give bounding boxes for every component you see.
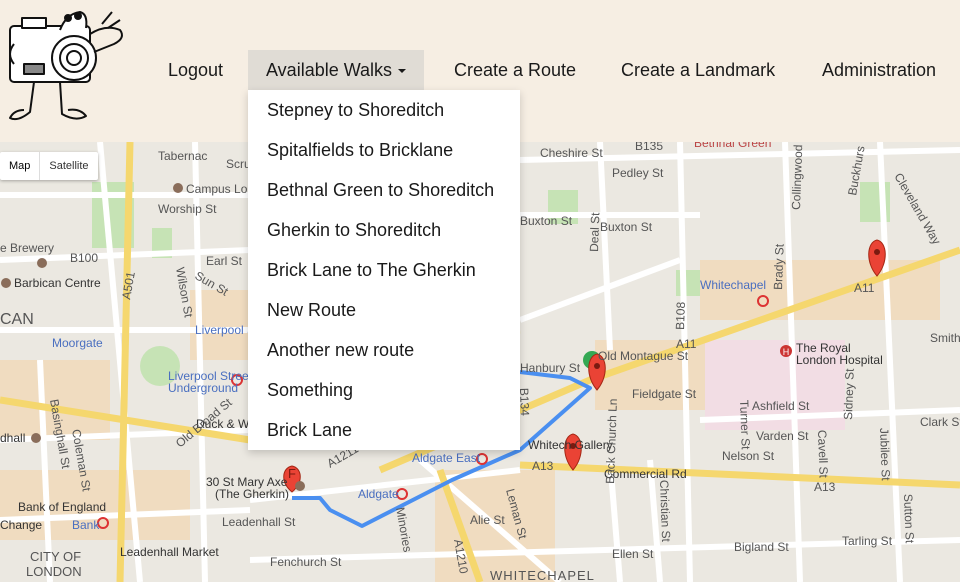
label-london: LONDON [26, 564, 82, 579]
nav-available-walks-label: Available Walks [266, 60, 393, 80]
label-moorgate: Moorgate [52, 336, 103, 350]
label-can: CAN [0, 311, 34, 328]
label-scru: Scru [226, 157, 251, 171]
label-ellen: Ellen St [612, 547, 654, 561]
label-tabernacle: Tabernac [158, 149, 207, 163]
label-campus: Campus Lo [186, 182, 248, 196]
caret-down-icon [398, 69, 407, 74]
label-buxton-1: Buxton St [520, 214, 573, 228]
label-whitechapel-area: WHITECHAPEL [490, 568, 595, 582]
map-type-satellite-button[interactable]: Satellite [40, 152, 97, 180]
label-nelson: Nelson St [722, 449, 775, 463]
label-whitechapel-gallery: Whitech Gallery [528, 438, 613, 452]
walk-menu-item[interactable]: Another new route [267, 330, 414, 370]
walk-menu-item[interactable]: New Route [267, 290, 356, 330]
nav-administration[interactable]: Administration [822, 50, 936, 90]
label-royal-london-2: London Hospital [796, 353, 883, 367]
label-aldgate: Aldgate [358, 487, 399, 501]
label-worship: Worship St [158, 202, 217, 216]
label-barbican: Barbican Centre [14, 276, 101, 290]
label-guildhall: dhall [0, 431, 25, 445]
label-fenchurch: Fenchurch St [270, 555, 342, 569]
label-back-church: Back Church Ln [603, 398, 620, 484]
nav-logout[interactable]: Logout [168, 50, 223, 90]
label-cavell: Cavell St [815, 430, 831, 479]
label-underground: Underground [168, 381, 238, 395]
nav-create-landmark[interactable]: Create a Landmark [621, 50, 775, 90]
label-bigland: Bigland St [734, 540, 789, 554]
label-a13-2: A13 [814, 480, 836, 494]
label-b108: B108 [673, 301, 688, 330]
logo[interactable] [4, 4, 134, 132]
label-old-montague: Old Montague St [598, 349, 689, 363]
label-fieldgate: Fieldgate St [632, 387, 697, 401]
label-ashfield: Ashfield St [752, 399, 810, 413]
label-cheshire: Cheshire St [540, 146, 603, 160]
nav-available-walks[interactable]: Available Walks [248, 50, 425, 90]
label-a13-1: A13 [532, 459, 554, 473]
nav-create-route[interactable]: Create a Route [454, 50, 576, 90]
hospital-icon: H [780, 345, 792, 357]
label-change: Change [0, 518, 42, 532]
label-clark: Clark St [920, 415, 960, 429]
label-sidney: Sidney St [841, 368, 857, 420]
label-tarling: Tarling St [842, 534, 893, 548]
label-varden: Varden St [756, 429, 809, 443]
svg-text:H: H [783, 347, 790, 357]
label-aldgate-east: Aldgate East [412, 451, 481, 465]
label-jubilee: Jubilee St [877, 428, 893, 482]
walk-menu-item[interactable]: Stepney to Shoreditch [267, 90, 444, 130]
label-deal: Deal St [587, 212, 602, 252]
label-alie: Alie St [470, 513, 505, 527]
label-christian: Christian St [657, 480, 673, 543]
map-type-control: Map Satellite [0, 152, 98, 180]
label-hanbury: Hanbury St [520, 361, 581, 375]
label-brewery: e Brewery [0, 241, 54, 255]
label-b135: B135 [635, 142, 663, 153]
label-bank-of-england: Bank of England [18, 500, 106, 514]
walk-menu-item[interactable]: Bethnal Green to Shoreditch [267, 170, 494, 210]
label-leadenhall-st: Leadenhall St [222, 515, 296, 529]
walk-menu-item[interactable]: Something [267, 370, 353, 410]
label-gherkin-name: (The Gherkin) [215, 487, 289, 501]
walk-menu-item[interactable]: Gherkin to Shoreditch [267, 210, 441, 250]
label-b100: B100 [70, 251, 98, 265]
label-brady: Brady St [771, 243, 787, 290]
label-whitechapel-station: Whitechapel [700, 278, 766, 292]
label-turner: Turner St [737, 400, 753, 451]
label-bank: Bank [72, 518, 100, 532]
walk-menu-item[interactable]: Brick Lane to The Gherkin [267, 250, 476, 290]
available-walks-dropdown: Stepney to Shoreditch Spitalfields to Bri… [248, 90, 520, 450]
label-smith: Smith [930, 331, 960, 345]
label-pedley: Pedley St [612, 166, 664, 180]
label-bethnal-green: Bethnal Green [694, 142, 771, 150]
label-buxton-2: Buxton St [600, 220, 653, 234]
label-collingwood: Collingwood St [789, 142, 806, 210]
label-a11-1: A11 [854, 281, 875, 295]
label-city-of: CITY OF [30, 549, 81, 564]
label-earl: Earl St [206, 254, 243, 268]
map-type-map-button[interactable]: Map [0, 152, 39, 180]
label-leadenhall-market: Leadenhall Market [120, 545, 219, 559]
walk-menu-item[interactable]: Spitalfields to Bricklane [267, 130, 453, 170]
label-sutton: Sutton St [901, 494, 917, 544]
walk-menu-item[interactable]: Brick Lane [267, 410, 352, 450]
marker-f-letter: F [288, 466, 296, 481]
